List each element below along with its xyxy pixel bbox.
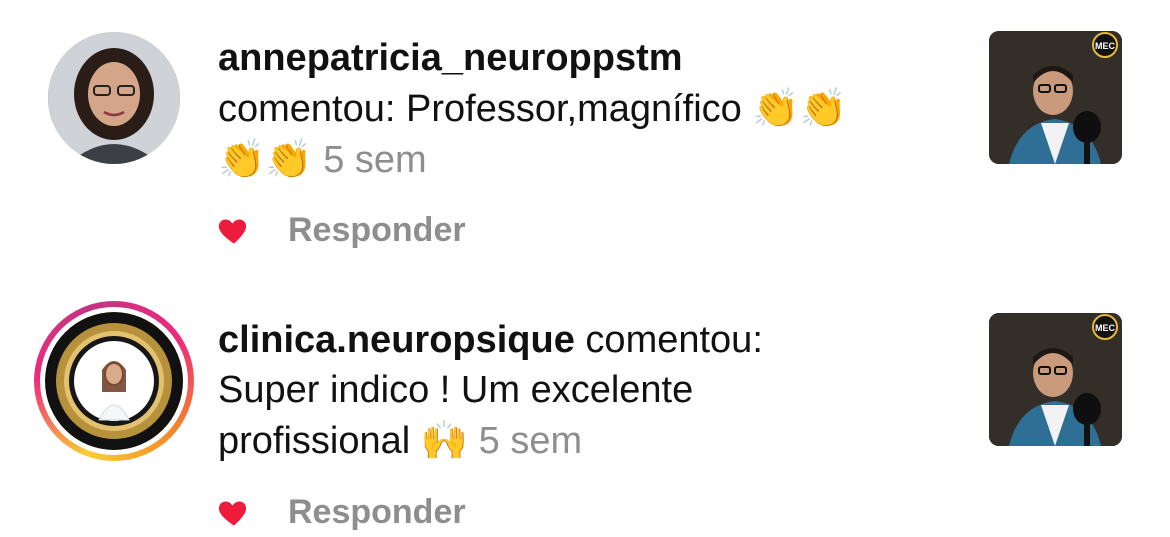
avatar-photo (45, 312, 183, 450)
heart-icon[interactable] (216, 494, 252, 530)
post-thumbnail-image: MEC (989, 31, 1122, 164)
reply-button[interactable]: Responder (288, 211, 466, 250)
comment-text: profissional (218, 420, 421, 462)
comment-actions: Responder (216, 487, 466, 537)
timestamp: 5 sem (323, 139, 427, 181)
comment-text: comentou: (574, 319, 763, 361)
heart-icon[interactable] (216, 212, 252, 248)
thumb-badge: MEC (1095, 323, 1116, 333)
clapping-hands-emoji: 👏👏 (218, 137, 313, 181)
avatar[interactable] (48, 32, 180, 164)
post-thumbnail[interactable]: MEC (989, 313, 1122, 446)
post-thumbnail-image: MEC (989, 313, 1122, 446)
username[interactable]: clinica.neuropsique (218, 319, 575, 361)
notification-text: clinica.neuropsique comentou: Super indi… (218, 315, 958, 466)
reply-button[interactable]: Responder (288, 493, 466, 532)
avatar[interactable] (45, 312, 183, 450)
comment-text: comentou: Professor,magnífico (218, 88, 753, 130)
post-thumbnail[interactable]: MEC (989, 31, 1122, 164)
raising-hands-emoji: 🙌 (420, 418, 469, 462)
clapping-hands-emoji: 👏👏 (752, 86, 848, 130)
thumb-badge: MEC (1095, 41, 1116, 51)
comment-text: Super indico ! Um excelente (218, 369, 694, 411)
timestamp: 5 sem (478, 420, 583, 462)
comment-actions: Responder (216, 205, 466, 255)
story-ring[interactable] (34, 301, 194, 461)
username[interactable]: annepatricia_neuroppstm (218, 37, 683, 79)
avatar-photo (48, 32, 180, 164)
notification-text: annepatricia_neuroppstm comentou: Profes… (218, 33, 958, 185)
